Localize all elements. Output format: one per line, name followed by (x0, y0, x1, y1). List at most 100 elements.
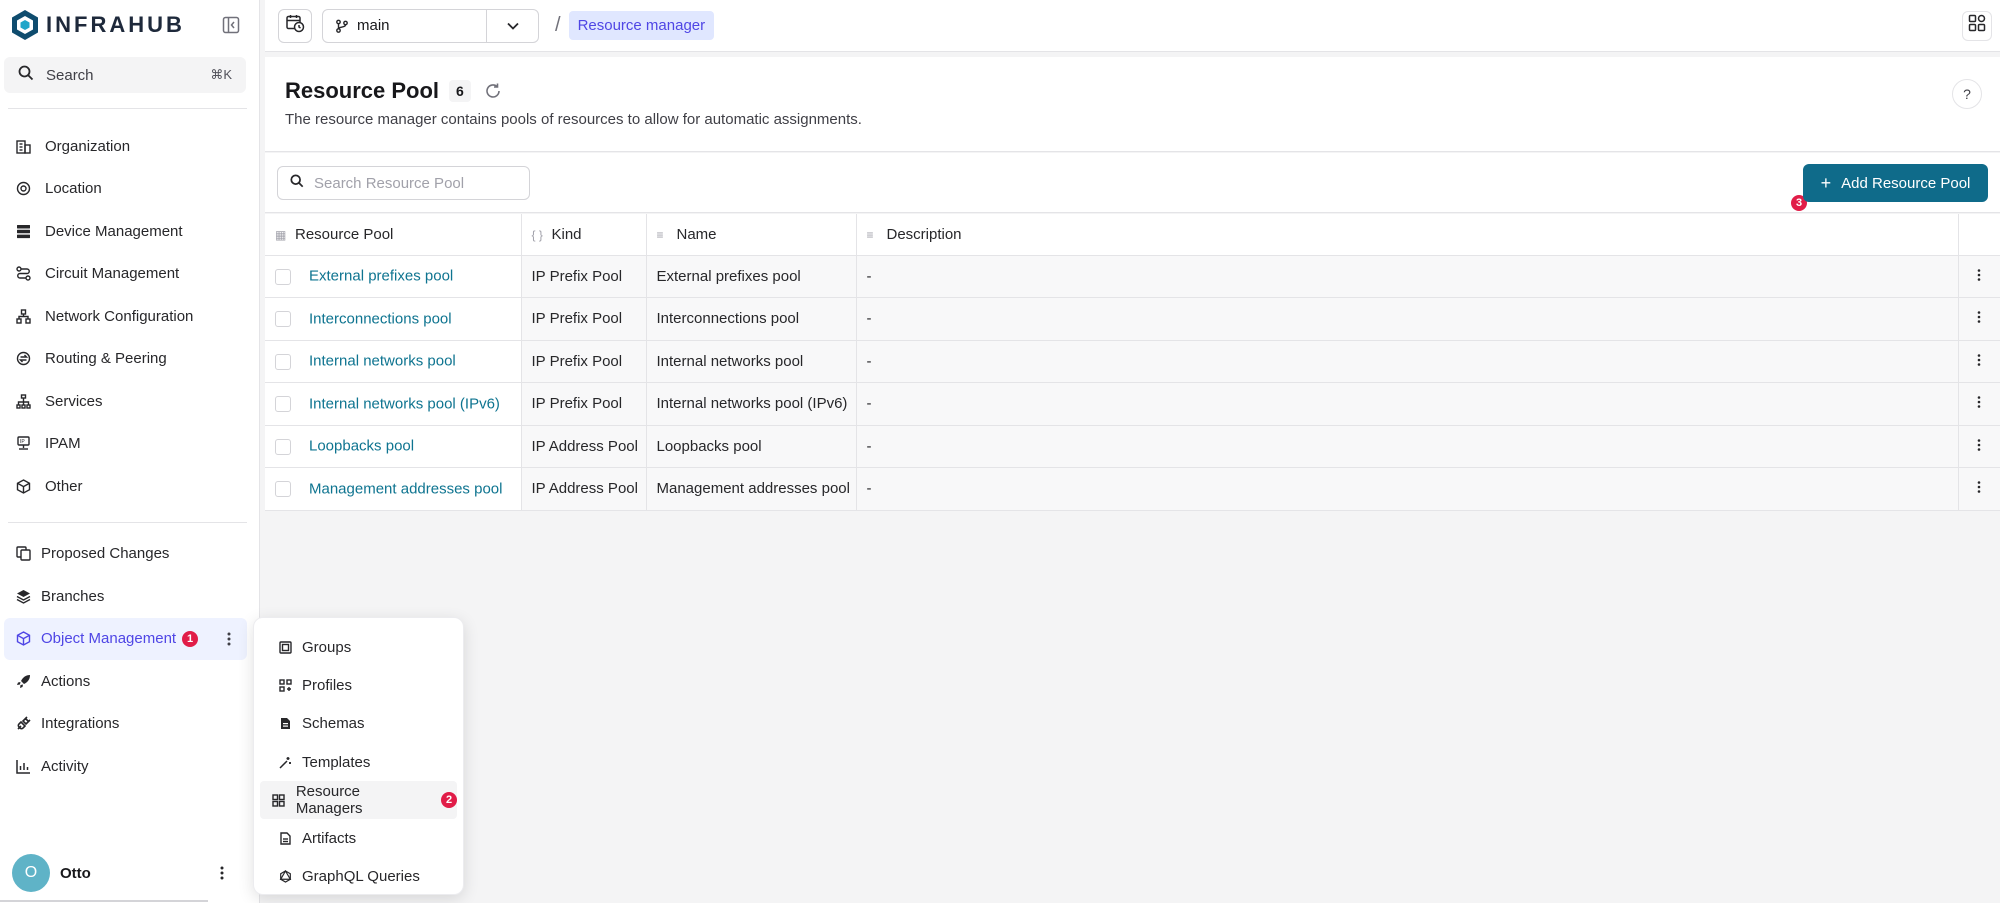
sidebar-item-services[interactable]: Services (0, 380, 259, 423)
menu-item-label: Templates (302, 753, 371, 771)
column-label: Name (676, 225, 717, 243)
rocket-icon (15, 673, 31, 689)
add-resource-pool-button[interactable]: + Add Resource Pool (1803, 164, 1988, 202)
description-cell: - (856, 340, 1959, 383)
refresh-icon[interactable] (483, 81, 503, 101)
row-checkbox[interactable] (275, 438, 291, 455)
menu-item-artifacts[interactable]: Artifacts (260, 819, 457, 857)
row-checkbox[interactable] (275, 311, 291, 328)
search-field[interactable] (277, 166, 530, 200)
pool-link[interactable]: Management addresses pool (309, 481, 502, 498)
more-options-icon[interactable] (1977, 310, 1981, 327)
more-options-icon[interactable] (1977, 480, 1981, 497)
menu-item-resource-managers[interactable]: Resource Managers 2 (260, 781, 457, 820)
sidebar-item-routing-peering[interactable]: Routing & Peering (0, 338, 259, 381)
pool-link[interactable]: Internal networks pool (309, 353, 456, 370)
nav-menu: Organization Location Device Management … (0, 109, 259, 508)
column-label: Kind (551, 225, 582, 243)
column-header-resource-pool[interactable]: ▦ Resource Pool (265, 214, 522, 256)
column-label: Description (886, 225, 962, 243)
menu-item-label: Artifacts (302, 830, 357, 848)
top-bar: main / Resource manager (265, 0, 2000, 52)
collapse-sidebar-icon[interactable] (219, 13, 243, 37)
row-actions[interactable] (1958, 382, 2000, 426)
table-row[interactable]: Management addresses pool IP Address Poo… (265, 467, 2000, 511)
menu-item-label: Profiles (302, 676, 353, 694)
menu-item-schemas[interactable]: Schemas (260, 705, 457, 743)
sidebar-item-label: Location (45, 180, 102, 198)
row-actions[interactable] (1958, 340, 2000, 383)
search-input[interactable] (314, 174, 514, 192)
row-checkbox[interactable] (275, 353, 291, 370)
menu-item-templates[interactable]: Templates (260, 743, 457, 781)
calendar-clock-icon (285, 13, 305, 38)
resource-pool-table: ▦ Resource Pool { } Kind ≡ Name ≡ Descriptio… (265, 214, 2000, 511)
sidebar-item-device-management[interactable]: Device Management (0, 210, 259, 253)
object-management-menu: Groups Profiles Schemas Templates Resour… (253, 617, 464, 895)
scrollbar[interactable] (0, 900, 208, 902)
sidebar-item-branches[interactable]: Branches (4, 575, 247, 618)
column-header-kind[interactable]: { } Kind (521, 214, 647, 256)
pool-link[interactable]: Loopbacks pool (309, 438, 414, 455)
time-travel-button[interactable] (278, 8, 312, 43)
table-row[interactable]: Loopbacks pool IP Address Pool Loopbacks… (265, 425, 2000, 468)
notification-badge: 1 (182, 630, 199, 647)
breadcrumb[interactable]: Resource manager (568, 11, 715, 40)
name-cell: Internal networks pool (IPv6) (646, 382, 857, 426)
pool-link[interactable]: Internal networks pool (IPv6) (309, 396, 500, 413)
route-icon (15, 266, 31, 282)
sidebar-item-integrations[interactable]: Integrations (4, 703, 247, 746)
logo[interactable]: INFRAHUB (0, 0, 259, 50)
apps-button[interactable] (1962, 10, 1992, 41)
sidebar-item-other[interactable]: Other (0, 465, 259, 508)
row-checkbox[interactable] (275, 396, 291, 413)
more-options-icon[interactable] (221, 629, 237, 649)
map-pin-icon (15, 181, 31, 197)
chevron-down-icon[interactable] (486, 9, 538, 42)
row-actions[interactable] (1958, 425, 2000, 468)
column-header-description[interactable]: ≡ Description (856, 214, 1959, 256)
description-cell: - (856, 382, 1959, 426)
row-actions[interactable] (1958, 255, 2000, 298)
sidebar-item-object-management[interactable]: Object Management 1 (4, 617, 247, 660)
name-cell: Management addresses pool (646, 467, 857, 511)
sidebar-item-circuit-management[interactable]: Circuit Management (0, 253, 259, 296)
more-options-icon[interactable] (214, 863, 230, 883)
menu-item-graphql-queries[interactable]: GraphQL Queries (260, 858, 457, 896)
more-options-icon[interactable] (1977, 268, 1981, 285)
sidebar-search[interactable]: Search ⌘K (4, 57, 246, 93)
sidebar-item-organization[interactable]: Organization (0, 125, 259, 168)
row-checkbox[interactable] (275, 481, 291, 498)
table-row[interactable]: Internal networks pool (IPv6) IP Prefix … (265, 382, 2000, 426)
pool-link[interactable]: External prefixes pool (309, 268, 453, 285)
avatar[interactable]: O (12, 854, 50, 892)
sidebar-item-ipam[interactable]: IP IPAM (0, 423, 259, 466)
sidebar-item-location[interactable]: Location (0, 168, 259, 211)
sidebar-item-activity[interactable]: Activity (4, 745, 247, 788)
row-actions[interactable] (1958, 467, 2000, 511)
more-options-icon[interactable] (1977, 438, 1981, 455)
branch-selector[interactable]: main (322, 8, 539, 43)
file-icon (278, 717, 292, 731)
sidebar-item-label: Services (45, 392, 103, 410)
git-branch-icon (335, 19, 351, 33)
row-checkbox[interactable] (275, 268, 291, 285)
sidebar-item-network-configuration[interactable]: Network Configuration (0, 295, 259, 338)
more-options-icon[interactable] (1977, 395, 1981, 412)
pool-link[interactable]: Interconnections pool (309, 311, 452, 328)
table-row[interactable]: Interconnections pool IP Prefix Pool Int… (265, 297, 2000, 341)
sidebar-item-proposed-changes[interactable]: Proposed Changes (4, 533, 247, 576)
sidebar-item-actions[interactable]: Actions (4, 660, 247, 703)
table-row[interactable]: External prefixes pool IP Prefix Pool Ex… (265, 255, 2000, 298)
more-options-icon[interactable] (1977, 353, 1981, 370)
menu-item-groups[interactable]: Groups (260, 628, 457, 666)
table-row[interactable]: Internal networks pool IP Prefix Pool In… (265, 340, 2000, 383)
help-button[interactable]: ? (1952, 79, 1982, 109)
column-header-name[interactable]: ≡ Name (646, 214, 857, 256)
chart-icon (15, 758, 31, 774)
name-cell: Interconnections pool (646, 297, 857, 341)
menu-item-profiles[interactable]: Profiles (260, 666, 457, 704)
sidebar-item-label: Branches (41, 587, 105, 605)
row-actions[interactable] (1958, 297, 2000, 341)
user-menu[interactable]: O Otto (0, 843, 260, 903)
